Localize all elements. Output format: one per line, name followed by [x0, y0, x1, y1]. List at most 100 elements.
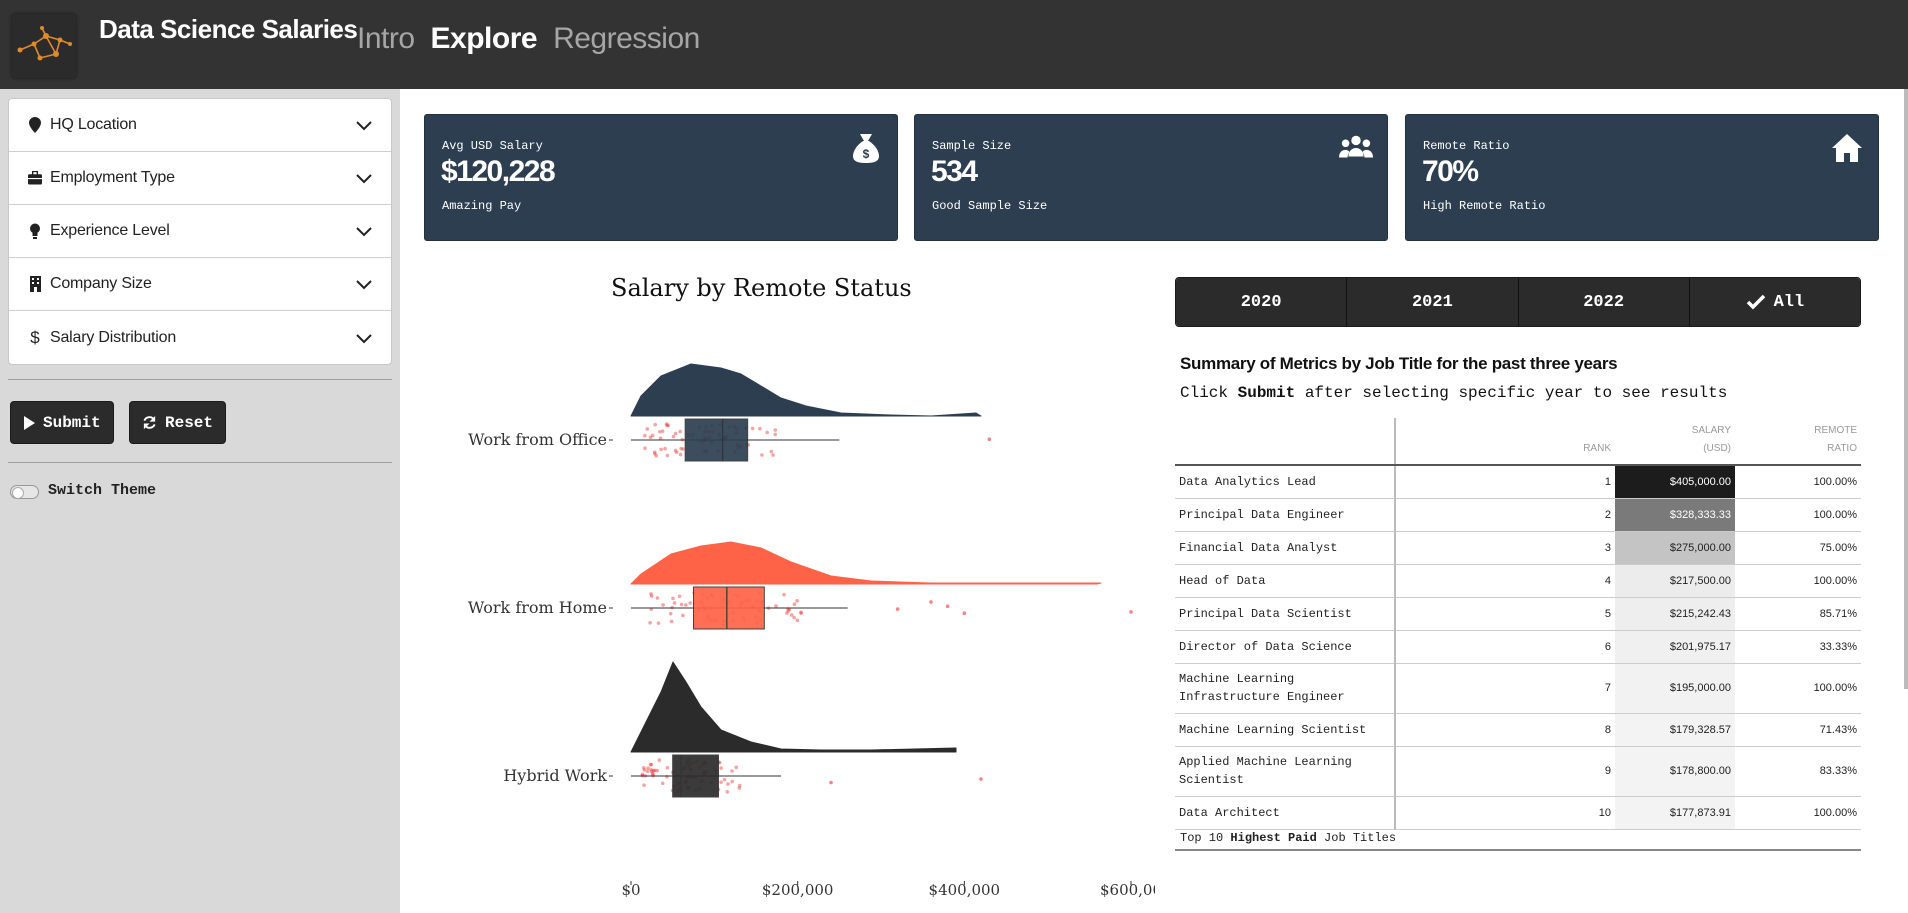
data-point: [646, 766, 650, 771]
filter-accordion: HQ Location Employment Type Experience L…: [8, 98, 392, 365]
card-subtitle: High Remote Ratio: [1423, 199, 1546, 213]
data-point: [678, 452, 683, 457]
outlier-point: [945, 604, 950, 609]
data-point: [669, 619, 674, 624]
outlier-point: [829, 780, 833, 785]
cell-job-title: Principal Data Engineer: [1175, 498, 1396, 532]
refresh-icon: [143, 415, 156, 430]
data-point: [665, 765, 670, 770]
submit-button[interactable]: Submit: [10, 401, 114, 444]
year-button-all[interactable]: All: [1689, 278, 1860, 326]
cell-remote-ratio: 85.71%: [1735, 597, 1861, 631]
tab-intro[interactable]: Intro: [357, 22, 415, 56]
reset-button[interactable]: Reset: [129, 401, 227, 444]
cell-job-title: Applied Machine Learning Scientist: [1175, 746, 1396, 797]
footnote-text: Top 10: [1180, 831, 1231, 845]
tab-explore[interactable]: Explore: [431, 22, 538, 56]
cell-job-title: Machine Learning Scientist: [1175, 713, 1396, 747]
table-row: Principal Data Engineer 2 $328,333.33 100.0…: [1175, 498, 1861, 532]
data-point: [648, 762, 653, 767]
filter-employment-type[interactable]: Employment Type: [9, 152, 391, 205]
data-point: [678, 429, 683, 434]
data-point: [773, 432, 778, 437]
data-point: [795, 618, 800, 623]
outlier-point: [929, 600, 933, 604]
data-point: [774, 604, 778, 608]
data-point: [668, 611, 673, 616]
theme-toggle[interactable]: [10, 485, 39, 499]
submit-label: Submit: [43, 413, 101, 432]
cell-rank: 2: [1395, 498, 1615, 532]
x-tick-label: $600,00: [1100, 881, 1155, 899]
card-sample-size: Sample Size 534 Good Sample Size: [914, 114, 1388, 241]
density-cloud: [630, 661, 957, 753]
outlier-point: [979, 777, 983, 781]
data-point: [656, 621, 661, 625]
year-button-2020[interactable]: 2020: [1176, 278, 1348, 326]
data-point: [758, 426, 762, 431]
table-row: Financial Data Analyst 3 $275,000.00 75.00%: [1175, 531, 1861, 565]
theme-toggle-label: Switch Theme: [48, 482, 157, 499]
users-icon: [1339, 135, 1373, 158]
cell-remote-ratio: 71.43%: [1735, 713, 1861, 747]
cell-salary: $177,873.91: [1615, 796, 1735, 830]
data-point: [792, 602, 797, 607]
data-point: [795, 599, 799, 603]
data-point: [663, 446, 667, 451]
cell-remote-ratio: 75.00%: [1735, 531, 1861, 565]
density-cloud: [630, 541, 1102, 585]
card-remote-ratio: Remote Ratio 70% High Remote Ratio: [1405, 114, 1879, 241]
card-label: Sample Size: [932, 139, 1012, 153]
reset-label: Reset: [165, 413, 214, 432]
data-point: [681, 613, 685, 618]
data-point: [773, 428, 778, 432]
filter-hq-location[interactable]: HQ Location: [9, 99, 391, 152]
table-row: Data Analytics Lead 1 $405,000.00 100.00%: [1175, 465, 1861, 499]
data-point: [750, 426, 755, 431]
app-title: Data Science Salaries: [99, 14, 358, 44]
filter-label: Company Size: [50, 275, 152, 292]
filter-experience-level[interactable]: Experience Level: [9, 205, 391, 258]
data-point: [673, 431, 678, 436]
data-point: [643, 446, 647, 451]
data-point: [782, 592, 786, 597]
cell-rank: 3: [1395, 531, 1615, 565]
data-point: [645, 769, 650, 774]
chevron-down-icon: [356, 227, 372, 237]
data-point: [725, 790, 730, 794]
main-nav: Intro Explore Regression: [357, 22, 700, 56]
page-scrollbar[interactable]: [1904, 89, 1908, 689]
data-point: [658, 436, 663, 441]
chevron-down-icon: [356, 121, 372, 131]
cell-job-title: Principal Data Scientist: [1175, 597, 1396, 631]
filter-salary-distribution[interactable]: $ Salary Distribution: [9, 311, 391, 364]
year-button-2021[interactable]: 2021: [1347, 278, 1519, 326]
header-line: SALARY: [1691, 425, 1731, 436]
data-point: [655, 596, 660, 600]
app-logo[interactable]: [12, 14, 76, 78]
table-row: Applied Machine Learning Scientist 9 $178,…: [1175, 746, 1861, 797]
filter-company-size[interactable]: Company Size: [9, 258, 391, 311]
cell-job-title: Director of Data Science: [1175, 630, 1396, 664]
col-header-remote: REMOTE RATIO: [1735, 418, 1861, 466]
data-point: [719, 780, 723, 784]
card-label: Remote Ratio: [1423, 139, 1510, 153]
iqr-box: [672, 754, 720, 798]
play-icon: [24, 415, 35, 430]
x-tick-label: $400,000: [929, 881, 1001, 899]
data-point: [655, 768, 660, 773]
tab-regression[interactable]: Regression: [553, 22, 700, 56]
sidebar-divider: [8, 462, 392, 463]
card-value: 534: [931, 155, 978, 188]
year-label: 2022: [1583, 292, 1625, 312]
data-point: [659, 447, 663, 452]
subtitle-text: after selecting specific year to see res…: [1295, 384, 1728, 402]
year-button-2022[interactable]: 2022: [1518, 278, 1690, 326]
cell-salary: $178,800.00: [1615, 746, 1735, 797]
y-tick-label: Hybrid Work: [503, 766, 607, 785]
data-point: [730, 769, 734, 773]
table-row: Machine Learning Infrastructure Engineer…: [1175, 663, 1861, 714]
data-point: [760, 453, 764, 457]
raincloud-chart: Work from Office Work from Home Hybrid Wor…: [468, 363, 1155, 899]
cell-job-title: Data Architect: [1175, 796, 1396, 830]
